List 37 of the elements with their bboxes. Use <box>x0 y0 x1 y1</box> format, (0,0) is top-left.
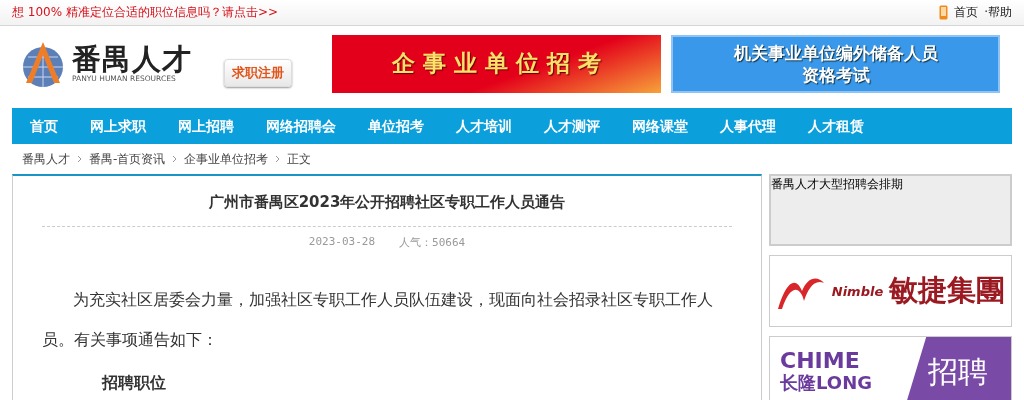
panel-title: 番禺人才大型招聘会排期 <box>771 177 903 191</box>
publish-date: 2023-03-28 <box>308 235 376 250</box>
promo-link[interactable]: 想 100% 精准定位合适的职位信息吗？请点击>> <box>12 4 279 21</box>
nav-tab[interactable]: 网上求职 <box>76 108 160 144</box>
breadcrumb-link[interactable]: 企事业单位招考 <box>184 150 269 168</box>
banner-ad[interactable]: 机关事业单位编外储备人员 资格考试 <box>671 34 1000 93</box>
nav-tab[interactable]: 人才测评 <box>530 108 614 144</box>
register-button[interactable]: 求职注册 <box>224 58 292 87</box>
nav-tab[interactable]: 网络课堂 <box>618 108 702 144</box>
brand-name: 敏捷集團 <box>889 272 1006 309</box>
nav-tab[interactable]: 人才租赁 <box>794 108 878 144</box>
top-link[interactable]: 首页 <box>954 4 979 21</box>
nav-tab[interactable]: 人才培训 <box>442 108 526 144</box>
sponsor-ad[interactable]: CHIME 长隆LONG 招聘 <box>769 336 1012 400</box>
brand-name: CHIME <box>780 350 861 372</box>
nav-tab[interactable]: 网上招聘 <box>164 108 248 144</box>
logo-text: 番禺人才 <box>72 44 192 74</box>
chevron-icon <box>77 155 82 163</box>
section-heading: 招聘职位 <box>102 374 167 392</box>
sponsor-ad[interactable]: Nimble 敏捷集團 <box>769 255 1012 327</box>
article-paragraph: 为充实社区居委会力量，加强社区专职工作人员队伍建设，现面向社会招录社区专职工作人员。有关事项通告如下： <box>42 290 714 351</box>
brand-name: 长隆LONG <box>780 372 873 394</box>
phone-icon <box>939 5 949 20</box>
chevron-icon <box>172 155 178 163</box>
breadcrumb-link[interactable]: 番禺-首页资讯 <box>89 150 166 168</box>
nav-tab[interactable]: 首页 <box>16 108 72 144</box>
banner-ad[interactable]: 企 事 业 单 位 招 考 <box>332 34 661 93</box>
view-count: 人气：50664 <box>399 235 466 250</box>
nav-tab[interactable]: 单位招考 <box>354 108 438 144</box>
nav-tab[interactable]: 网络招聘会 <box>252 108 350 144</box>
brand-name: Nimble <box>831 283 884 299</box>
breadcrumb-link[interactable]: 番禺人才 <box>22 150 70 168</box>
nav-tab[interactable]: 人事代理 <box>706 108 790 144</box>
top-link[interactable]: ·帮助 <box>984 4 1012 21</box>
article-title: 广州市番禺区2023年公开招聘社区专职工作人员通告 <box>42 190 732 227</box>
chevron-icon <box>275 155 281 163</box>
recruit-text: 招聘 <box>905 337 1011 400</box>
